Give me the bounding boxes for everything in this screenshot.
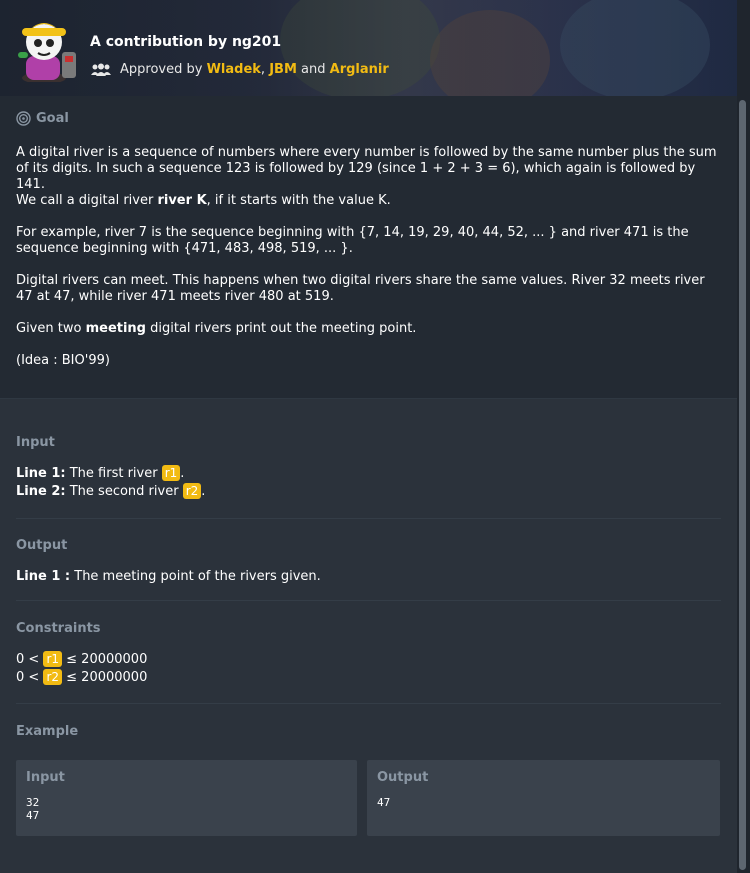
approvers-line: Approved by Wladek, JBM and Arglanir <box>90 62 389 77</box>
example-output-title: Output <box>377 770 429 785</box>
header-background-art <box>560 0 710 96</box>
constraint-text: 0 < <box>16 652 40 667</box>
constraint-line: 0 < r1 ≤ 20000000 <box>16 651 147 669</box>
line-text: . <box>201 484 206 499</box>
constraint-line: 0 < r2 ≤ 20000000 <box>16 669 147 687</box>
section-divider <box>16 518 721 519</box>
input-heading: Input <box>16 435 55 450</box>
contribution-header: A contribution by ng201 Approved by Wlad… <box>0 0 737 96</box>
variable-badge: r1 <box>161 465 181 481</box>
goal-paragraph: For example, river 7 is the sequence beg… <box>16 225 689 256</box>
approver-link[interactable]: Arglanir <box>330 62 389 77</box>
line-label: Line 1: <box>16 466 66 481</box>
header-background-art <box>280 0 440 96</box>
users-icon <box>91 63 111 76</box>
example-input-content[interactable]: 32 47 <box>26 796 39 822</box>
line-text: . <box>180 466 185 481</box>
constraint-text: 0 < <box>16 670 40 685</box>
line-label: Line 2: <box>16 484 66 499</box>
section-divider <box>16 600 721 601</box>
approved-label: Approved by <box>120 62 203 77</box>
approver-link[interactable]: JBM <box>269 62 297 77</box>
goal-paragraph: Digital rivers can meet. This happens wh… <box>16 273 705 304</box>
goal-heading: Goal <box>16 111 69 126</box>
goal-paragraph: A digital river is a sequence of numbers… <box>16 145 717 192</box>
output-line-1: Line 1 : The meeting point of the rivers… <box>16 568 321 586</box>
variable-badge: r1 <box>43 651 63 667</box>
puzzle-page: A contribution by ng201 Approved by Wlad… <box>0 0 737 873</box>
example-heading: Example <box>16 724 79 739</box>
author-avatar[interactable] <box>14 12 80 82</box>
line-text: The second river <box>69 484 179 499</box>
variable-badge: r2 <box>182 483 202 499</box>
output-heading: Output <box>16 538 68 553</box>
variable-badge: r2 <box>43 669 63 685</box>
separator: and <box>301 62 326 77</box>
goal-text-part: digital rivers print out the meeting poi… <box>150 321 417 336</box>
constraint-text: ≤ 20000000 <box>66 670 148 685</box>
input-line-2: Line 2: The second river r2. <box>16 483 205 501</box>
goal-text-part: We call a digital river <box>16 193 154 208</box>
input-line-1: Line 1: The first river r1. <box>16 465 184 483</box>
line-label: Line 1 : <box>16 569 71 584</box>
header-background-art <box>430 10 550 96</box>
example-input-box: Input 32 47 <box>16 760 357 836</box>
line-text: The meeting point of the rivers given. <box>74 569 321 584</box>
goal-title: Goal <box>36 111 69 126</box>
line-text: The first river <box>69 466 158 481</box>
section-divider <box>16 703 721 704</box>
separator: , <box>260 62 266 77</box>
constraint-text: ≤ 20000000 <box>66 652 148 667</box>
example-input-title: Input <box>26 770 65 785</box>
goal-paragraph: Given two meeting digital rivers print o… <box>16 321 721 337</box>
goal-text-part: , if it starts with the value K. <box>206 193 391 208</box>
target-icon <box>16 111 31 126</box>
constraints-heading: Constraints <box>16 621 101 636</box>
scrollbar-thumb[interactable] <box>739 100 746 870</box>
contribution-title: A contribution by ng201 <box>90 34 282 50</box>
approver-link[interactable]: Wladek <box>207 62 261 77</box>
example-output-content[interactable]: 47 <box>377 796 390 809</box>
goal-text-part: Given two <box>16 321 82 336</box>
goal-bold-term: meeting <box>85 321 146 336</box>
example-output-box: Output 47 <box>367 760 720 836</box>
goal-bold-term: river K <box>157 193 207 208</box>
goal-paragraph: (Idea : BIO'99) <box>16 353 110 368</box>
goal-paragraph: We call a digital river river K, if it s… <box>16 193 721 209</box>
